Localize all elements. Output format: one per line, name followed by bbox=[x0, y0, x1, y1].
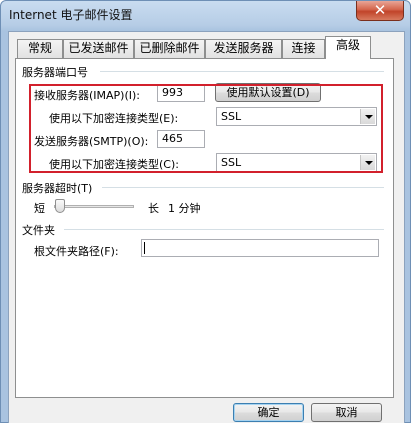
smtp-port-input[interactable]: 465 bbox=[157, 130, 205, 148]
cancel-label: 取消 bbox=[335, 406, 358, 419]
tab-general[interactable]: 常规 bbox=[17, 39, 63, 58]
settings-window: Internet 电子邮件设置 ✕ 常规 已发送邮件 已删除邮件 发送服务器 连… bbox=[0, 0, 411, 423]
ok-label: 确定 bbox=[257, 406, 280, 419]
imap-encryption-value: SSL bbox=[221, 110, 242, 123]
server-timeout-group-label: 服务器超时(T) bbox=[22, 182, 93, 195]
chevron-down-icon[interactable] bbox=[360, 155, 375, 170]
group-divider bbox=[100, 71, 384, 72]
window-title: Internet 电子邮件设置 bbox=[9, 8, 133, 22]
tab-connection[interactable]: 连接 bbox=[282, 39, 325, 58]
timeout-value-text: 1 分钟 bbox=[168, 202, 201, 215]
title-bar[interactable]: Internet 电子邮件设置 ✕ bbox=[1, 1, 410, 29]
close-button[interactable]: ✕ bbox=[356, 1, 404, 21]
use-defaults-button[interactable]: 使用默认设置(D) bbox=[215, 83, 321, 102]
timeout-long-label: 长 bbox=[148, 202, 159, 215]
smtp-port-value: 465 bbox=[162, 132, 183, 145]
advanced-tab-page: 服务器端口号 接收服务器(IMAP)(I): 993 使用默认设置(D) 使用以… bbox=[15, 58, 394, 398]
tab-label: 已删除邮件 bbox=[139, 41, 200, 55]
timeout-slider-track[interactable] bbox=[54, 205, 134, 208]
group-divider bbox=[102, 187, 384, 188]
tab-label: 高级 bbox=[335, 38, 360, 52]
cancel-button[interactable]: 取消 bbox=[311, 403, 382, 422]
imap-encryption-label: 使用以下加密连接类型(E): bbox=[49, 112, 179, 125]
imap-port-input[interactable]: 993 bbox=[157, 84, 205, 102]
root-folder-path-input[interactable] bbox=[141, 239, 379, 257]
tab-advanced[interactable]: 高级 bbox=[325, 36, 371, 59]
root-folder-path-label: 根文件夹路径(F): bbox=[34, 245, 119, 258]
imap-port-value: 993 bbox=[162, 86, 183, 99]
use-defaults-label: 使用默认设置(D) bbox=[226, 86, 310, 99]
smtp-label: 发送服务器(SMTP)(O): bbox=[34, 135, 149, 148]
dialog-client-area: 常规 已发送邮件 已删除邮件 发送服务器 连接 高级 服务器端口号 接收服务器(… bbox=[8, 31, 405, 423]
server-ports-group-label: 服务器端口号 bbox=[22, 66, 88, 79]
chevron-down-icon[interactable] bbox=[360, 109, 375, 124]
imap-encryption-select[interactable]: SSL bbox=[216, 107, 377, 126]
imap-label: 接收服务器(IMAP)(I): bbox=[34, 89, 141, 102]
tab-label: 常规 bbox=[27, 41, 52, 55]
tab-label: 发送服务器 bbox=[213, 41, 274, 55]
tab-deleted-items[interactable]: 已删除邮件 bbox=[134, 39, 205, 58]
tab-sent-items[interactable]: 已发送邮件 bbox=[63, 39, 134, 58]
close-icon: ✕ bbox=[373, 1, 387, 19]
text-cursor bbox=[144, 242, 145, 254]
smtp-encryption-value: SSL bbox=[221, 156, 242, 169]
timeout-slider-thumb[interactable] bbox=[55, 199, 65, 213]
tab-label: 连接 bbox=[291, 41, 316, 55]
group-divider bbox=[64, 229, 384, 230]
smtp-encryption-label: 使用以下加密连接类型(C): bbox=[49, 158, 179, 171]
folders-group-label: 文件夹 bbox=[22, 224, 55, 237]
smtp-encryption-select[interactable]: SSL bbox=[216, 153, 377, 172]
tab-label: 已发送邮件 bbox=[68, 41, 129, 55]
timeout-short-label: 短 bbox=[34, 202, 45, 215]
ok-button[interactable]: 确定 bbox=[233, 403, 304, 422]
tab-outgoing-server[interactable]: 发送服务器 bbox=[205, 39, 282, 58]
